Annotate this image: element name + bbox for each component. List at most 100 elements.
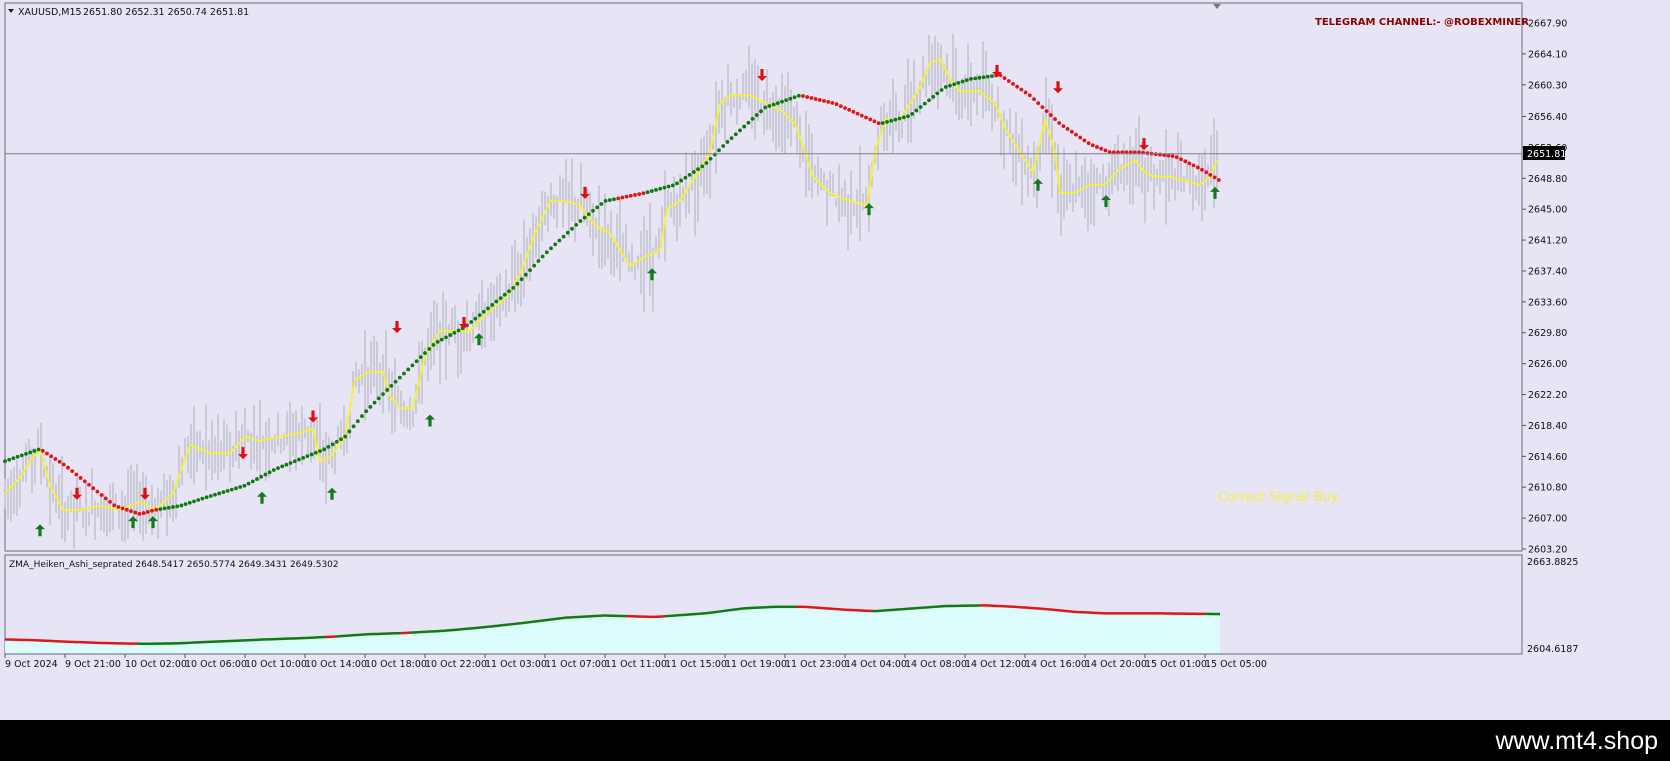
ma-dot-down [826,100,831,104]
ma-dot-up [910,111,915,116]
ma-dot-up [486,306,490,311]
ma-dot-up [788,96,793,101]
ma-dot-up [456,328,461,333]
y-tick-label: 2645.00 [1528,205,1567,216]
ma-dot-up [662,185,667,190]
ma-dot-up [708,156,713,161]
x-tick-label: 11 Oct 23:00 [785,659,847,670]
ma-dot-down [1208,172,1213,177]
ma-dot-up [423,351,427,355]
ma-dot-up [549,246,553,251]
x-tick-label: 15 Oct 01:00 [1145,659,1207,670]
ma-dot-up [981,75,986,80]
ma-dot-up [775,101,780,105]
ma-dot-up [591,208,595,213]
ma-dot-up [397,375,402,380]
ma-dot-down [1069,129,1074,134]
sub-scale-top: 2663.8825 [1527,557,1578,568]
ma-dot-up [280,464,285,469]
ma-dot-up [271,468,276,472]
ma-dot-up [217,491,222,496]
ma-dot-up [301,455,306,460]
ma-dot-up [225,488,230,493]
ma-dot-down [1002,76,1007,81]
ma-dot-up [952,82,957,87]
ma-dot-up [238,485,243,489]
ma-dot-down [40,448,45,453]
y-tick-label: 2614.60 [1528,452,1567,463]
ma-dot-up [679,178,684,183]
ma-dot-up [19,453,24,458]
ma-dot-up [939,88,944,92]
ma-dot-up [498,296,503,301]
ma-dot-up [931,94,936,99]
y-tick-label: 2660.30 [1528,80,1567,91]
ma-dot-down [855,111,860,116]
ma-dot-up [166,505,171,510]
ma-dot-up [969,77,973,81]
ma-dot-up [507,289,511,294]
ma-dot-up [385,388,390,392]
ma-dot-up [158,507,163,511]
ma-dot-down [1095,145,1099,149]
x-tick-label: 11 Oct 03:00 [485,659,547,670]
ma-dot-up [666,184,671,189]
ma-dot-up [906,114,910,119]
ma-dot-up [435,340,440,344]
ma-dot-up [683,175,688,180]
ma-dot-up [326,445,331,449]
ma-dot-down [1212,175,1217,180]
ma-dot-down [1011,81,1015,86]
trading-chart[interactable]: 2667.902664.102660.302656.402652.602648.… [0,0,1670,720]
ma-dot-down [805,95,810,99]
ma-dot-up [494,299,499,304]
ma-dot-up [544,250,549,255]
ma-dot-up [402,371,406,376]
ma-dot-down [116,505,121,509]
ma-dot-up [276,466,280,471]
ma-dot-down [87,482,91,487]
y-tick-label: 2641.20 [1528,236,1567,247]
ma-dot-down [1019,87,1024,92]
ma-dot-down [620,195,625,200]
ma-dot-up [704,161,709,165]
ma-dot-up [586,212,591,217]
ma-dot-up [24,451,28,456]
ma-dot-down [876,121,881,126]
ma-dot-up [561,234,566,239]
ma-dot-up [234,486,238,491]
ma-dot-up [171,505,175,509]
ma-dot-down [108,499,112,504]
ma-dot-up [880,121,885,125]
x-tick-label: 10 Oct 18:00 [365,659,427,670]
sub-scale-bottom: 2604.6187 [1527,644,1578,655]
ma-dot-up [372,400,377,405]
ma-dot-up [540,254,545,259]
site-url[interactable]: www.mt4.shop [1495,727,1658,756]
ma-dot-up [536,259,541,263]
ma-dot-up [658,186,663,191]
ma-dot-down [1158,152,1162,157]
ma-dot-down [1200,167,1204,172]
ma-dot-up [960,79,965,84]
ma-dot-up [183,502,188,506]
ma-dot-up [418,355,423,360]
ma-dot-up [670,183,675,188]
ma-dot-down [1170,154,1175,158]
ma-dot-up [675,181,679,186]
y-tick-label: 2622.20 [1528,390,1567,401]
y-tick-label: 2618.40 [1528,421,1567,432]
ma-dot-up [792,95,797,100]
ma-dot-down [838,104,843,109]
ma-dot-up [179,503,184,508]
ma-dot-up [977,75,982,80]
ma-dot-down [99,493,104,497]
ma-dot-up [565,230,570,235]
ma-dot-down [95,489,100,494]
ma-dot-up [712,152,717,157]
ma-dot-down [1057,121,1062,125]
ma-dot-down [851,109,856,114]
ma-dot-down [872,119,877,124]
ma-dot-up [696,167,700,172]
ma-dot-up [582,215,587,220]
